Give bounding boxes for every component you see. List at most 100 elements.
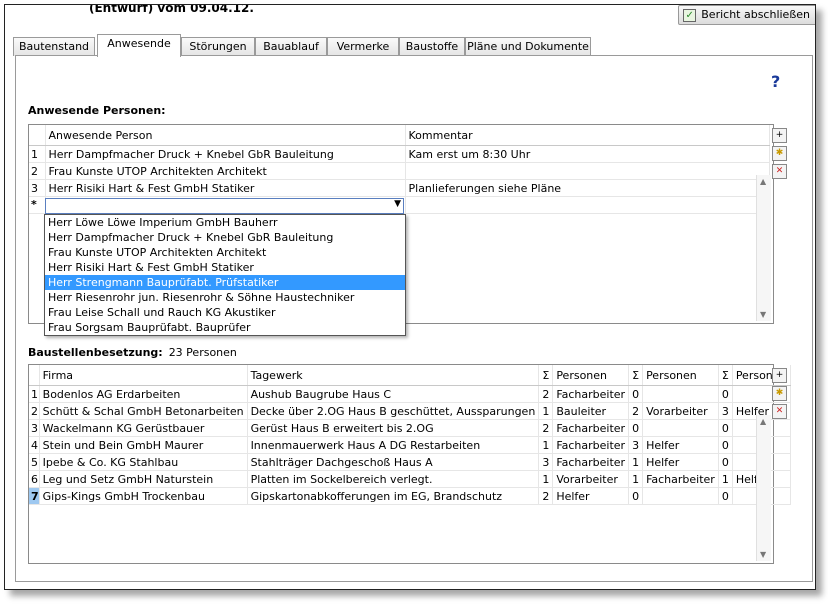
firma-cell[interactable]: Schütt & Schal GmbH Betonarbeiten bbox=[39, 402, 248, 420]
add-icon[interactable]: + bbox=[772, 368, 787, 383]
table-row[interactable]: 2 Schütt & Schal GmbH Betonarbeiten Deck… bbox=[29, 402, 791, 420]
sum1-cell[interactable]: 2 bbox=[538, 487, 554, 505]
personen2-column-header[interactable]: Personen bbox=[642, 365, 719, 386]
personen2-cell[interactable]: Helfer bbox=[642, 436, 719, 454]
site-staff-scrollbar[interactable]: ▲ ▼ bbox=[756, 415, 771, 561]
personen1-cell[interactable]: Facharbeiter bbox=[552, 453, 630, 471]
table-row[interactable]: 2 Frau Kunste UTOP Architekten Architekt bbox=[29, 162, 770, 180]
tab-stoerungen[interactable]: Störungen bbox=[181, 37, 255, 56]
firma-cell[interactable]: Gips-Kings GmbH Trockenbau bbox=[39, 487, 248, 505]
personen1-cell[interactable]: Vorarbeiter bbox=[552, 470, 630, 488]
tagewerk-cell[interactable]: Gipskartonabkofferungen im EG, Brandschu… bbox=[247, 487, 540, 505]
firma-cell[interactable]: Ipebe & Co. KG Stahlbau bbox=[39, 453, 248, 471]
table-row[interactable]: 3 Wackelmann KG Gerüstbauer Gerüst Haus … bbox=[29, 419, 791, 437]
personen2-cell[interactable] bbox=[642, 385, 719, 403]
delete-icon[interactable]: ✕ bbox=[772, 404, 787, 419]
sum1-cell[interactable]: 3 bbox=[538, 453, 554, 471]
sum1-cell[interactable]: 1 bbox=[538, 402, 554, 420]
table-row[interactable]: 7 Gips-Kings GmbH Trockenbau Gipskartona… bbox=[29, 487, 791, 505]
tagewerk-column-header[interactable]: Tagewerk bbox=[247, 365, 540, 386]
sum2-cell[interactable]: 2 bbox=[628, 402, 644, 420]
scroll-down-icon[interactable]: ▼ bbox=[760, 310, 766, 319]
tagewerk-cell[interactable]: Gerüst Haus B erweitert bis 2.OG bbox=[247, 419, 540, 437]
personen1-cell[interactable]: Helfer bbox=[552, 487, 630, 505]
insert-icon[interactable]: ✱ bbox=[772, 146, 787, 161]
personen1-cell[interactable]: Bauleiter bbox=[552, 402, 630, 420]
table-row[interactable]: 6 Leg und Setz GmbH Naturstein Platten i… bbox=[29, 470, 791, 488]
comment-cell[interactable]: Planlieferungen siehe Pläne bbox=[405, 179, 770, 197]
sum2-cell[interactable]: 0 bbox=[628, 419, 644, 437]
sum3-column-header[interactable]: Σ bbox=[718, 365, 733, 386]
site-staff-grid[interactable]: Firma Tagewerk Σ Personen Σ Personen Σ P… bbox=[28, 364, 791, 564]
comment-cell[interactable] bbox=[405, 162, 770, 180]
dropdown-option-selected[interactable]: Herr Strengmann Bauprüfabt. Prüfstatiker bbox=[45, 275, 405, 290]
personen1-column-header[interactable]: Personen bbox=[552, 365, 630, 386]
sum2-cell[interactable]: 1 bbox=[628, 470, 644, 488]
firma-cell[interactable]: Stein und Bein GmbH Maurer bbox=[39, 436, 248, 454]
tab-bauablauf[interactable]: Bauablauf bbox=[255, 37, 327, 56]
personen1-cell[interactable]: Facharbeiter bbox=[552, 419, 630, 437]
dropdown-option[interactable]: Frau Sorgsam Bauprüfabt. Bauprüfer bbox=[45, 320, 405, 335]
personen2-cell[interactable]: Helfer bbox=[642, 453, 719, 471]
finish-report-button[interactable]: ✓ Bericht abschließen bbox=[678, 5, 815, 25]
sum3-cell[interactable]: 0 bbox=[718, 436, 733, 454]
sum2-cell[interactable]: 3 bbox=[628, 436, 644, 454]
personen1-cell[interactable]: Facharbeiter bbox=[552, 385, 630, 403]
dropdown-option[interactable]: Herr Riesenrohr jun. Riesenrohr & Söhne … bbox=[45, 290, 405, 305]
personen1-cell[interactable]: Facharbeiter bbox=[552, 436, 630, 454]
table-row[interactable]: 1 Herr Dampfmacher Druck + Knebel GbR Ba… bbox=[29, 145, 770, 163]
scroll-up-icon[interactable]: ▲ bbox=[760, 177, 766, 186]
person-cell[interactable]: Frau Kunste UTOP Architekten Architekt bbox=[45, 162, 406, 180]
sum2-cell[interactable]: 1 bbox=[628, 453, 644, 471]
insert-icon[interactable]: ✱ bbox=[772, 386, 787, 401]
table-row[interactable]: 1 Bodenlos AG Erdarbeiten Aushub Baugrub… bbox=[29, 385, 791, 403]
comment-column-header[interactable]: Kommentar bbox=[405, 125, 770, 146]
tagewerk-cell[interactable]: Platten im Sockelbereich verlegt. bbox=[247, 470, 540, 488]
scroll-up-icon[interactable]: ▲ bbox=[760, 417, 766, 426]
tab-baustoffe[interactable]: Baustoffe bbox=[399, 37, 465, 56]
personen2-cell[interactable]: Facharbeiter bbox=[642, 470, 719, 488]
tab-vermerke[interactable]: Vermerke bbox=[327, 37, 399, 56]
person-cell[interactable]: Herr Risiki Hart & Fest GmbH Statiker bbox=[45, 179, 406, 197]
sum3-cell[interactable]: 0 bbox=[718, 385, 733, 403]
sum3-cell[interactable]: 3 bbox=[718, 402, 733, 420]
sum2-cell[interactable]: 0 bbox=[628, 487, 644, 505]
personen2-cell[interactable] bbox=[642, 419, 719, 437]
table-row[interactable]: 5 Ipebe & Co. KG Stahlbau Stahlträger Da… bbox=[29, 453, 791, 471]
attendees-scrollbar[interactable]: ▲ ▼ bbox=[756, 175, 771, 321]
add-icon[interactable]: + bbox=[772, 128, 787, 143]
tab-anwesende[interactable]: Anwesende bbox=[97, 34, 181, 57]
person-cell[interactable]: Herr Dampfmacher Druck + Knebel GbR Baul… bbox=[45, 145, 406, 163]
table-row[interactable]: 3 Herr Risiki Hart & Fest GmbH Statiker … bbox=[29, 179, 770, 197]
personen2-cell[interactable] bbox=[642, 487, 719, 505]
tagewerk-cell[interactable]: Aushub Baugrube Haus C bbox=[247, 385, 540, 403]
tab-plaene-dokumente[interactable]: Pläne und Dokumente bbox=[465, 37, 591, 56]
dropdown-option[interactable]: Herr Löwe Löwe Imperium GmbH Bauherr bbox=[45, 215, 405, 230]
scroll-down-icon[interactable]: ▼ bbox=[760, 550, 766, 559]
tagewerk-cell[interactable]: Innenmauerwerk Haus A DG Restarbeiten bbox=[247, 436, 540, 454]
new-comment-cell[interactable] bbox=[405, 196, 770, 214]
sum1-cell[interactable]: 1 bbox=[538, 436, 554, 454]
firma-cell[interactable]: Wackelmann KG Gerüstbauer bbox=[39, 419, 248, 437]
tagewerk-cell[interactable]: Stahlträger Dachgeschoß Haus A bbox=[247, 453, 540, 471]
firma-cell[interactable]: Leg und Setz GmbH Naturstein bbox=[39, 470, 248, 488]
firma-cell[interactable]: Bodenlos AG Erdarbeiten bbox=[39, 385, 248, 403]
sum3-cell[interactable]: 0 bbox=[718, 419, 733, 437]
comment-cell[interactable]: Kam erst um 8:30 Uhr bbox=[405, 145, 770, 163]
dropdown-option[interactable]: Herr Dampfmacher Druck + Knebel GbR Baul… bbox=[45, 230, 405, 245]
sum1-cell[interactable]: 2 bbox=[538, 385, 554, 403]
sum1-cell[interactable]: 2 bbox=[538, 419, 554, 437]
delete-icon[interactable]: ✕ bbox=[772, 164, 787, 179]
tab-bautenstand[interactable]: Bautenstand bbox=[13, 37, 95, 56]
dropdown-option[interactable]: Frau Kunste UTOP Architekten Architekt bbox=[45, 245, 405, 260]
dropdown-option[interactable]: Frau Leise Schall und Rauch KG Akustiker bbox=[45, 305, 405, 320]
table-row[interactable]: 4 Stein und Bein GmbH Maurer Innenmauerw… bbox=[29, 436, 791, 454]
tagewerk-cell[interactable]: Decke über 2.OG Haus B geschüttet, Aussp… bbox=[247, 402, 540, 420]
help-icon[interactable]: ? bbox=[771, 72, 780, 91]
sum2-column-header[interactable]: Σ bbox=[628, 365, 644, 386]
person-column-header[interactable]: Anwesende Person bbox=[45, 125, 406, 146]
personen2-cell[interactable]: Vorarbeiter bbox=[642, 402, 719, 420]
sum1-column-header[interactable]: Σ bbox=[538, 365, 554, 386]
sum3-cell[interactable]: 0 bbox=[718, 487, 733, 505]
chevron-down-icon[interactable]: ▼ bbox=[394, 199, 401, 209]
